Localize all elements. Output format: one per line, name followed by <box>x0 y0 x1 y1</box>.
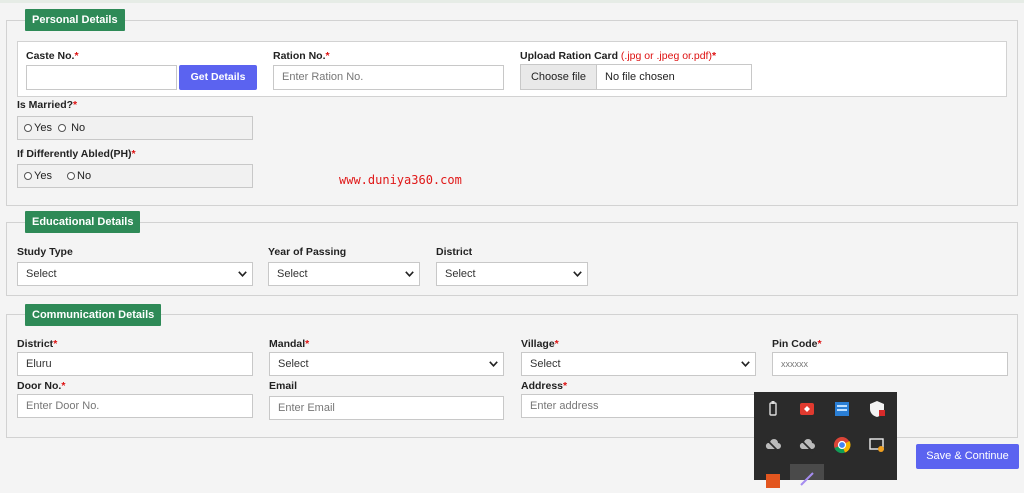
married-yes-radio[interactable] <box>24 124 32 132</box>
address-textarea[interactable]: Enter address <box>521 394 756 418</box>
caste-no-label: Caste No.* <box>26 50 79 62</box>
educational-details-legend: Educational Details <box>25 211 141 233</box>
update-monitor-icon[interactable] <box>868 436 886 454</box>
village-label: Village* <box>521 338 559 350</box>
mandal-select[interactable]: Select <box>269 352 504 376</box>
orange-app-icon[interactable] <box>764 472 782 490</box>
pen-app-icon[interactable] <box>798 470 816 488</box>
get-details-button[interactable]: Get Details <box>179 65 257 90</box>
village-select[interactable]: Select <box>521 352 756 376</box>
ph-no-radio[interactable] <box>67 172 76 180</box>
year-of-passing-select[interactable]: Select <box>268 262 420 286</box>
door-no-label: Door No.* <box>17 380 66 392</box>
comm-district-input[interactable]: Eluru <box>17 352 253 376</box>
study-type-label: Study Type <box>17 246 73 258</box>
differently-abled-radio-group: Yes No <box>17 164 253 188</box>
married-no-radio[interactable] <box>58 124 67 132</box>
network-app-icon[interactable] <box>833 400 851 418</box>
educational-district-select[interactable]: Select <box>436 262 588 286</box>
system-tray-overflow <box>754 392 897 488</box>
pin-code-label: Pin Code* <box>772 338 822 350</box>
pin-code-input[interactable]: xxxxxx <box>772 352 1008 376</box>
chevron-down-icon <box>741 361 750 369</box>
ph-yes-label: Yes <box>34 170 52 182</box>
communication-details-legend: Communication Details <box>25 304 162 326</box>
married-yes-label: Yes <box>34 122 52 134</box>
married-no-label: No <box>71 122 86 134</box>
choose-file-button[interactable]: Choose file <box>521 65 597 89</box>
chevron-down-icon <box>238 271 247 279</box>
watermark-text: www.duniya360.com <box>339 173 462 187</box>
email-label: Email <box>269 380 298 392</box>
comm-district-label: District* <box>17 338 58 350</box>
chevron-down-icon <box>489 361 498 369</box>
personal-details-legend: Personal Details <box>25 9 125 31</box>
cloud-offline-icon[interactable] <box>798 436 816 454</box>
ration-no-input[interactable]: Enter Ration No. <box>273 65 504 90</box>
is-married-radio-group: Yes No <box>17 116 253 140</box>
ration-card-file-input[interactable]: Choose file No file chosen <box>520 64 752 90</box>
cloud-offline-icon[interactable] <box>764 436 782 454</box>
chevron-down-icon <box>573 271 582 279</box>
educational-district-label: District <box>436 246 473 258</box>
ration-no-label: Ration No.* <box>273 50 330 62</box>
study-type-select[interactable]: Select <box>17 262 253 286</box>
red-app-icon[interactable] <box>798 400 816 418</box>
email-input[interactable]: Enter Email <box>269 396 504 420</box>
door-no-input[interactable]: Enter Door No. <box>17 394 253 418</box>
mandal-label: Mandal* <box>269 338 310 350</box>
file-status-text: No file chosen <box>605 71 675 83</box>
ph-no-label: No <box>77 170 92 182</box>
caste-no-input[interactable] <box>26 65 177 90</box>
security-shield-icon[interactable] <box>868 400 886 418</box>
save-and-continue-button[interactable]: Save & Continue <box>916 444 1019 469</box>
year-of-passing-label: Year of Passing <box>268 246 347 258</box>
chevron-down-icon <box>405 271 414 279</box>
top-border-line <box>0 0 1024 3</box>
chrome-icon[interactable] <box>833 436 851 454</box>
ph-yes-radio[interactable] <box>24 172 32 180</box>
upload-ration-card-label: Upload Ration Card (.jpg or .jpeg or.pdf… <box>520 50 717 62</box>
usb-drive-icon[interactable] <box>764 400 782 418</box>
address-label: Address* <box>521 380 568 392</box>
differently-abled-label: If Differently Abled(PH)* <box>17 148 136 160</box>
is-married-label: Is Married?* <box>17 99 78 111</box>
